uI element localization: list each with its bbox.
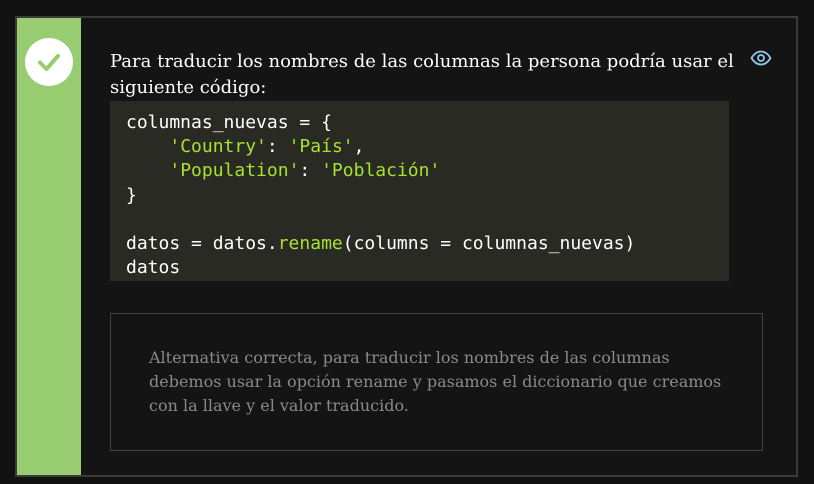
code-token: rename	[277, 232, 343, 254]
check-icon	[25, 38, 73, 86]
code-token: 'Population'	[169, 160, 300, 182]
question-text: Para traducir los nombres de las columna…	[110, 51, 734, 98]
code-token: ,	[353, 136, 365, 158]
code-token: 'Población'	[321, 160, 441, 182]
code-token: :	[266, 136, 289, 158]
code-token: datos = datos.	[126, 232, 278, 254]
correct-status-bar	[17, 18, 81, 475]
code-line: datos	[126, 256, 713, 280]
code-line: 'Country': 'País',	[126, 135, 713, 159]
code-token: 'Country'	[169, 136, 267, 158]
code-block: columnas_nuevas = { 'Country': 'País', '…	[110, 101, 729, 281]
eye-icon[interactable]	[750, 50, 772, 66]
answer-card: Para traducir los nombres de las columna…	[15, 16, 798, 477]
code-token: 'País'	[288, 136, 354, 158]
code-token: columnas_nuevas = {	[126, 112, 332, 133]
code-line: 'Population': 'Población'	[126, 159, 713, 183]
code-token: }	[126, 184, 137, 206]
feedback-box: Alternativa correcta, para traducir los …	[110, 313, 763, 451]
code-token: datos	[126, 257, 181, 279]
code-token: (columns = columnas_nuevas)	[342, 232, 636, 254]
code-token: :	[299, 160, 322, 182]
code-line: columnas_nuevas = {	[126, 111, 713, 135]
feedback-text: Alternativa correcta, para traducir los …	[149, 348, 722, 415]
code-line: }	[126, 184, 713, 208]
code-line: datos = datos.rename(columns = columnas_…	[126, 232, 713, 256]
